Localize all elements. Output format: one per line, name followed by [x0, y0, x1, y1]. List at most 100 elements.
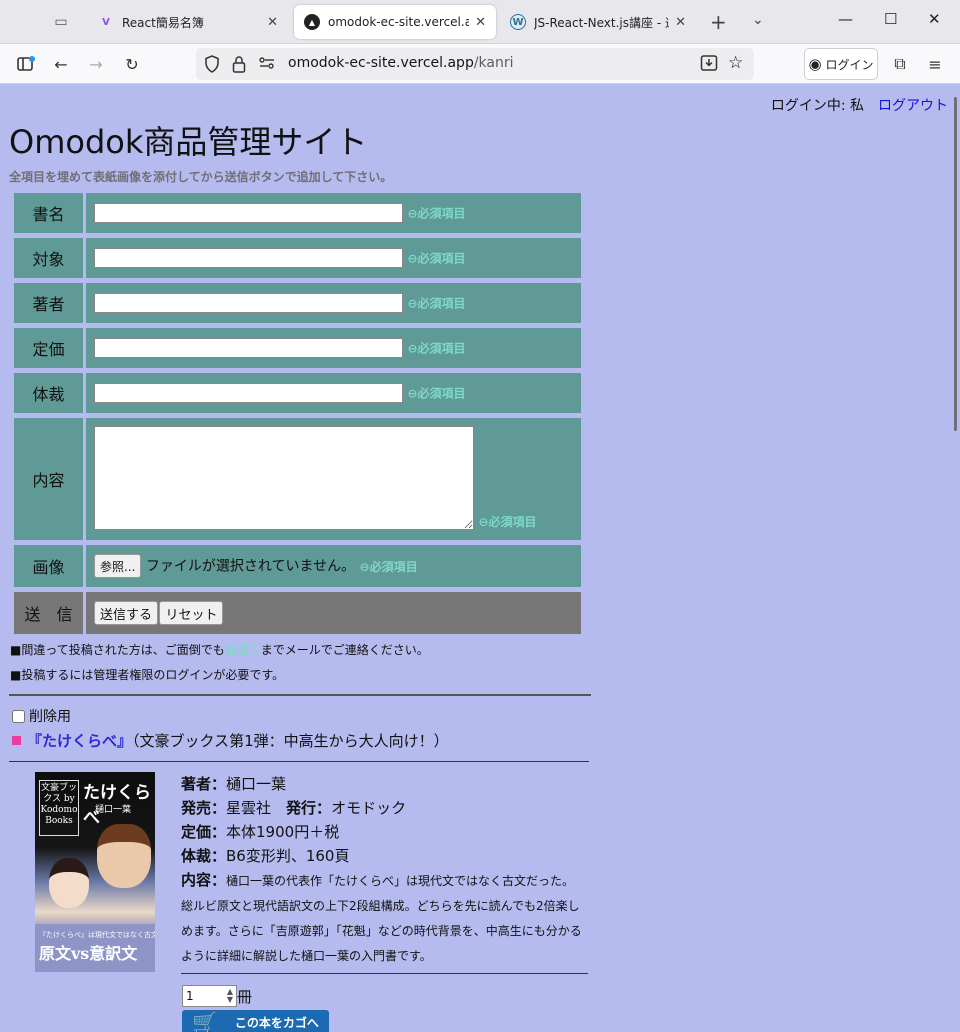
cover-illustration-girl — [49, 858, 89, 908]
maximize-icon[interactable]: ☐ — [884, 10, 897, 28]
target-cell: ⊖必須項目 — [86, 238, 581, 278]
spinner-arrows-icon[interactable]: ▲ ▼ — [227, 988, 233, 1004]
lock-icon[interactable] — [232, 55, 246, 77]
detail-price: 定価：本体1900円＋税 — [181, 820, 586, 844]
author-label: 著者 — [14, 283, 83, 323]
book-details: 著者：樋口一葉 発売：星雲社 発行：オモドック 定価：本体1900円＋税 体裁：… — [181, 772, 586, 968]
form-row-target: 対象 ⊖必須項目 — [14, 238, 581, 278]
title-cell: ⊖必須項目 — [86, 193, 581, 233]
detail-author: 著者：樋口一葉 — [181, 772, 586, 796]
window-close-icon[interactable]: ✕ — [928, 10, 941, 28]
content-textarea[interactable] — [94, 426, 474, 530]
account-login-button[interactable]: ◉ ログイン — [804, 48, 878, 80]
contact-note-pre: ■間違って投稿された方は、ご面倒でも — [10, 643, 225, 657]
browser-tab-bar: ▭ V React簡易名簿 ✕ ▲ omodok-ec-site.vercel.… — [0, 0, 960, 44]
send-label: 送 信 — [14, 592, 83, 634]
form-row-send: 送 信 送信する リセット — [14, 592, 581, 634]
reset-button[interactable]: リセット — [159, 601, 224, 625]
product-form: 書名 ⊖必須項目 対象 ⊖必須項目 著者 ⊖必須項目 定価 ⊖必須項目 体裁 ⊖… — [11, 188, 584, 639]
add-to-cart-label: この本をカゴへ — [234, 1015, 319, 1030]
new-tab-icon[interactable]: + — [710, 10, 727, 34]
form-instructions: 全項目を埋めて表紙画像を添付してから送信ボタンで追加して下さい。 — [9, 170, 393, 184]
url-bar[interactable]: omodok-ec-site.vercel.app/kanri ☆ — [196, 48, 754, 80]
hamburger-menu-icon[interactable]: ≡ — [923, 52, 947, 76]
extensions-icon[interactable]: ⧉ — [888, 52, 912, 76]
back-arrow-icon[interactable]: ← — [49, 52, 73, 76]
login-status-text: ログイン中: 私 — [770, 98, 864, 114]
close-icon[interactable]: ✕ — [675, 15, 686, 30]
detail-content-value: 樋口一葉の代表作「たけくらべ」は現代文ではなく古文だった。総ルビ原文と現代語訳文… — [181, 874, 582, 963]
form-row-author: 著者 ⊖必須項目 — [14, 283, 581, 323]
forward-arrow-icon[interactable]: → — [84, 52, 108, 76]
price-cell: ⊖必須項目 — [86, 328, 581, 368]
vercel-favicon-icon: ▲ — [304, 14, 320, 30]
shield-icon[interactable] — [204, 55, 220, 77]
permissions-icon[interactable] — [258, 55, 276, 75]
form-row-format: 体裁 ⊖必須項目 — [14, 373, 581, 413]
required-mark: ⊖必須項目 — [478, 515, 537, 529]
bookmark-star-icon[interactable]: ☆ — [728, 53, 743, 73]
admin-contact-link[interactable]: 管理人 — [225, 643, 261, 657]
price-label: 定価 — [14, 328, 83, 368]
image-label: 画像 — [14, 545, 83, 587]
image-cell: 参照... ファイルが選択されていません。 ⊖必須項目 — [86, 545, 581, 587]
book-cover-image: 文豪ブックス by Kodomo Books たけくらべ 樋口一葉 『たけくらべ… — [35, 772, 155, 972]
form-row-price: 定価 ⊖必須項目 — [14, 328, 581, 368]
page-title: Omodok商品管理サイト — [9, 123, 368, 161]
price-input[interactable] — [94, 338, 403, 358]
browse-file-button[interactable]: 参照... — [94, 554, 142, 578]
cover-band-small: 『たけくらべ』は現代文ではなく古文だった?! — [39, 931, 155, 939]
reload-icon[interactable]: ↻ — [120, 52, 144, 76]
tab-omodok-kanri[interactable]: ▲ omodok-ec-site.vercel.app/k ✕ — [294, 5, 496, 39]
detail-publisher-value: オモドック — [331, 799, 407, 817]
divider — [181, 973, 588, 974]
chevron-down-icon[interactable]: ⌄ — [752, 12, 764, 28]
scrollbar-thumb[interactable] — [954, 97, 957, 431]
title-input[interactable] — [94, 203, 403, 223]
delete-label: 削除用 — [29, 709, 71, 725]
submit-button[interactable]: 送信する — [94, 601, 159, 625]
author-cell: ⊖必須項目 — [86, 283, 581, 323]
target-input[interactable] — [94, 248, 403, 268]
add-to-cart-button[interactable]: 🛒 この本をカゴへ — [182, 1010, 329, 1032]
page-scrollbar[interactable] — [952, 85, 960, 1032]
delete-checkbox-row[interactable]: 削除用 — [12, 706, 71, 726]
detail-price-value: 本体1900円＋税 — [226, 823, 340, 841]
format-label: 体裁 — [14, 373, 83, 413]
detail-format: 体裁：B6変形判、160頁 — [181, 844, 586, 868]
quantity-unit: 冊 — [237, 987, 253, 1006]
sidebar-icon[interactable] — [14, 52, 38, 76]
required-mark: ⊖必須項目 — [407, 386, 466, 401]
quantity-stepper[interactable]: 1 ▲ ▼ — [182, 985, 237, 1007]
bullet-icon — [12, 736, 21, 745]
target-label: 対象 — [14, 238, 83, 278]
account-icon: ◉ — [808, 55, 822, 73]
minimize-icon[interactable]: — — [838, 10, 853, 28]
divider — [9, 761, 589, 762]
detail-format-value: B6変形判、160頁 — [226, 847, 350, 865]
wordpress-favicon-icon: W — [510, 14, 526, 30]
logout-link[interactable]: ログアウト — [878, 98, 948, 114]
detail-publisher-label: 発行： — [286, 799, 332, 817]
url-text[interactable]: omodok-ec-site.vercel.app/kanri — [288, 55, 514, 71]
author-input[interactable] — [94, 293, 403, 313]
login-status: ログイン中: 私ログアウト — [771, 95, 948, 115]
quantity-value: 1 — [186, 989, 194, 1003]
format-input[interactable] — [94, 383, 403, 403]
tab-js-react-course[interactable]: W JS-React-Next.js講座 - 通学 ✕ — [500, 5, 696, 39]
tab-title: JS-React-Next.js講座 - 通学 — [534, 15, 669, 30]
content-cell: ⊖必須項目 — [86, 418, 581, 540]
send-cell: 送信する リセット — [86, 592, 581, 634]
delete-checkbox[interactable] — [12, 709, 25, 723]
detail-content: 内容：樋口一葉の代表作「たけくらべ」は現代文ではなく古文だった。総ルビ原文と現代… — [181, 868, 586, 968]
contact-note-post: までメールでご連絡ください。 — [260, 643, 429, 657]
book-title[interactable]: 『たけくらべ』 — [27, 732, 132, 750]
save-to-pocket-icon[interactable] — [700, 54, 718, 76]
detail-author-label: 著者： — [181, 775, 227, 793]
required-mark: ⊖必須項目 — [407, 251, 466, 266]
close-icon[interactable]: ✕ — [267, 15, 278, 30]
tab-list-icon[interactable]: ▭ — [48, 10, 74, 34]
close-icon[interactable]: ✕ — [475, 15, 486, 30]
content-label: 内容 — [14, 418, 83, 540]
tab-react-meibo[interactable]: V React簡易名簿 ✕ — [88, 5, 288, 39]
